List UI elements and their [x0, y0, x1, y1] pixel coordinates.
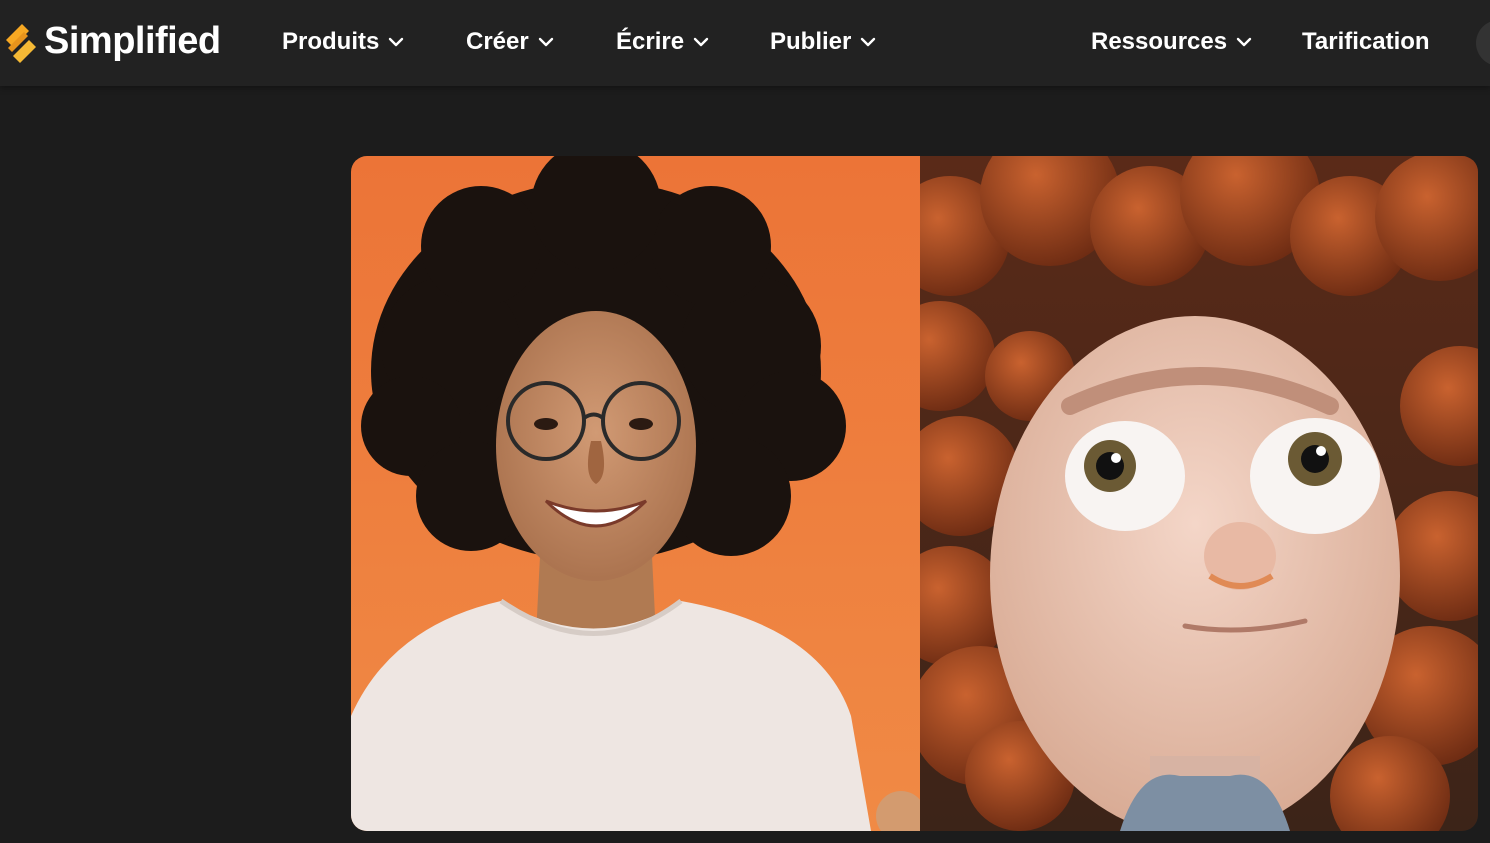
account-button[interactable]: [1476, 20, 1490, 66]
hero-photo-original: [351, 156, 920, 831]
chevron-down-icon: [861, 37, 876, 47]
nav-item-creer[interactable]: Créer: [466, 25, 555, 59]
chevron-down-icon: [1236, 37, 1252, 47]
nav-item-ecrire[interactable]: Écrire: [616, 25, 710, 59]
nav-item-label: Ressources: [1091, 28, 1228, 55]
hero-image-comparison: [351, 156, 1478, 831]
hero-image-cartoon: [920, 156, 1478, 831]
portrait-photo-illustration: [351, 156, 920, 831]
brand-name: Simplified: [44, 19, 221, 62]
cartoon-portrait-illustration: [920, 156, 1478, 831]
nav-item-produits[interactable]: Produits: [282, 25, 405, 59]
simplified-logo-icon: [6, 24, 36, 63]
nav-item-label: Publier: [770, 28, 852, 55]
chevron-down-icon: [389, 37, 404, 47]
nav-item-tarification[interactable]: Tarification: [1302, 25, 1430, 59]
nav-item-label: Écrire: [616, 28, 685, 55]
nav-item-ressources[interactable]: Ressources: [1091, 25, 1253, 59]
chevron-down-icon: [693, 37, 709, 47]
nav-item-label: Tarification: [1302, 28, 1430, 55]
nav-item-label: Créer: [466, 28, 529, 55]
top-navigation-bar: Simplified Produits Créer Écrire Publier…: [0, 0, 1490, 86]
chevron-down-icon: [538, 37, 553, 47]
nav-item-label: Produits: [282, 28, 380, 55]
nav-item-publier[interactable]: Publier: [770, 25, 877, 59]
brand-logo[interactable]: Simplified: [2, 18, 221, 64]
